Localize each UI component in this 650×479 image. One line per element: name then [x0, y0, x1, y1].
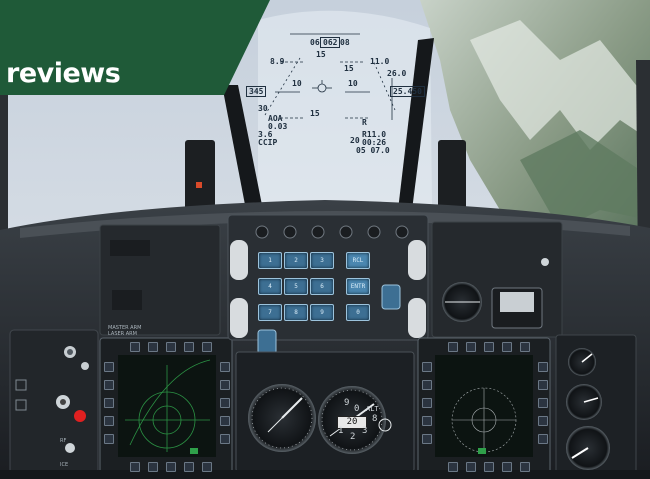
ufc-key-3[interactable]: 3 [310, 252, 334, 269]
cockpit-scene: 062 06 08 15 8.9 11.0 15 26.0 10 10 345 … [0, 0, 650, 479]
left-console [9, 329, 99, 476]
left-mfd-l-osb-side-5[interactable] [104, 434, 114, 444]
right-mfd-l-osb-side-1[interactable] [422, 362, 432, 372]
ufc-key-5[interactable]: 5 [284, 278, 308, 295]
right-mfd-bottom-osb-2[interactable] [466, 462, 476, 472]
right-mfd-r-osb-side-4[interactable] [538, 416, 548, 426]
ufc-key-8[interactable]: 8 [284, 304, 308, 321]
left-mfd-l-osb-side-3[interactable] [104, 398, 114, 408]
left-mfd-l-osb-side-1[interactable] [104, 362, 114, 372]
ufc-key-rcl[interactable]: RCL [346, 252, 370, 269]
section-banner-label: reviews [6, 58, 121, 89]
altimeter-label: ALT [366, 405, 379, 413]
right-mfd-osb-2[interactable] [466, 342, 476, 352]
right-mfd-l-osb-side-4[interactable] [422, 416, 432, 426]
left-mfd-bottom-osb-3[interactable] [166, 462, 176, 472]
ufc-key-0[interactable]: 0 [346, 304, 370, 321]
left-mfd-l-osb-side-4[interactable] [104, 416, 114, 426]
altimeter-digit-1: 9 [344, 398, 350, 408]
ufc-key-2[interactable]: 2 [284, 252, 308, 269]
left-glareshield-post [185, 140, 215, 210]
label-ice: ICE [60, 462, 69, 468]
ufc-key-1[interactable]: 1 [258, 252, 282, 269]
right-mfd-l-osb-side-3[interactable] [422, 398, 432, 408]
right-mfd-l-osb-side-2[interactable] [422, 380, 432, 390]
right-mfd-r-osb-side-2[interactable] [538, 380, 548, 390]
label-laser-arm: LASER ARM [108, 331, 137, 337]
right-mfd-r-osb-side-1[interactable] [538, 362, 548, 372]
left-mfd-osb-3[interactable] [166, 342, 176, 352]
right-mfd-bottom-osb-4[interactable] [502, 462, 512, 472]
altimeter-digit-6: 8 [372, 414, 378, 424]
warning-light [74, 410, 86, 422]
left-mfd-bottom-osb-4[interactable] [184, 462, 194, 472]
left-mfd-bottom-osb-2[interactable] [148, 462, 158, 472]
right-mfd-osb-5[interactable] [520, 342, 530, 352]
right-mfd-bottom-osb-3[interactable] [484, 462, 494, 472]
ufc-key-entr[interactable]: ENTR [346, 278, 370, 295]
left-mfd-osb-4[interactable] [184, 342, 194, 352]
right-mfd-osb-3[interactable] [484, 342, 494, 352]
right-mfd-bottom-osb-1[interactable] [448, 462, 458, 472]
left-mfd-osb-1[interactable] [130, 342, 140, 352]
left-mfd-osb-2[interactable] [148, 342, 158, 352]
right-mfd-bottom-osb-5[interactable] [520, 462, 530, 472]
right-mfd-l-osb-side-5[interactable] [422, 434, 432, 444]
right-mfd-osb-1[interactable] [448, 342, 458, 352]
altimeter-digit-2: 0 [354, 404, 360, 414]
left-mfd-bottom-osb-5[interactable] [202, 462, 212, 472]
left-mfd-osb-5[interactable] [202, 342, 212, 352]
ufc-key-9[interactable]: 9 [310, 304, 334, 321]
left-mfd-r-osb-side-2[interactable] [220, 380, 230, 390]
ufc-key-7[interactable]: 7 [258, 304, 282, 321]
altimeter-digit-4: 2 [350, 432, 356, 442]
left-mfd-bottom-osb-1[interactable] [130, 462, 140, 472]
left-mfd-l-osb-side-2[interactable] [104, 380, 114, 390]
ufc-key-4[interactable]: 4 [258, 278, 282, 295]
altimeter-digit-3: 1 [338, 426, 344, 436]
right-mfd-osb-4[interactable] [502, 342, 512, 352]
left-mfd-r-osb-side-4[interactable] [220, 416, 230, 426]
ufc-key-6[interactable]: 6 [310, 278, 334, 295]
left-mfd-r-osb-side-5[interactable] [220, 434, 230, 444]
right-glareshield-post [438, 140, 466, 210]
altimeter-digit-5: 3 [362, 426, 368, 436]
left-mfd-r-osb-side-1[interactable] [220, 362, 230, 372]
right-mfd-r-osb-side-5[interactable] [538, 434, 548, 444]
left-mfd-r-osb-side-3[interactable] [220, 398, 230, 408]
right-mfd-r-osb-side-3[interactable] [538, 398, 548, 408]
label-rf: RF [60, 438, 67, 444]
